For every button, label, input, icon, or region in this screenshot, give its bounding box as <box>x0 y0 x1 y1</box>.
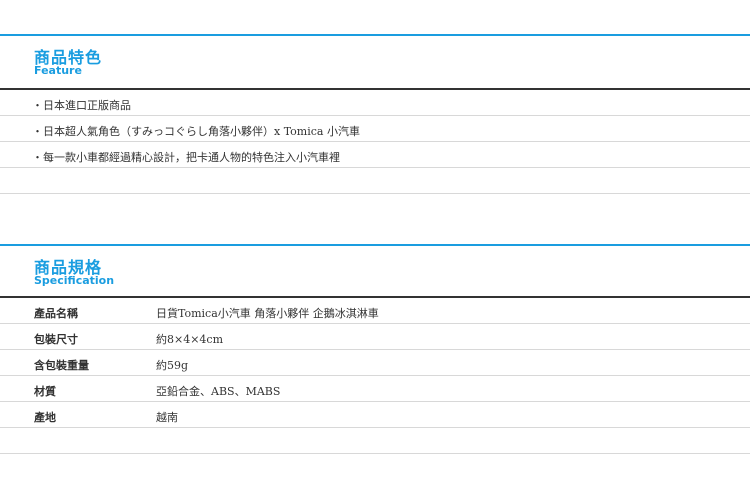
spec-table-row: 產地 越南 <box>0 402 750 428</box>
spec-table-row: 材質 亞鉛合金、ABS、MABS <box>0 376 750 402</box>
spec-table-row: 產品名稱 日貨Tomica小汽車 角落小夥伴 企鵝冰淇淋車 <box>0 298 750 324</box>
feature-list-item: ・日本進口正版商品 <box>0 90 750 116</box>
spec-row-label: 含包裝重量 <box>34 359 89 372</box>
spec-top-rule <box>0 244 750 246</box>
spec-row-value: 亞鉛合金、ABS、MABS <box>156 385 281 398</box>
spec-table-row: 含包裝重量 約59g <box>0 350 750 376</box>
spec-row-label: 產品名稱 <box>34 307 78 320</box>
feature-empty-row <box>0 168 750 194</box>
feature-top-rule <box>0 34 750 36</box>
spec-empty-row <box>0 428 750 454</box>
feature-item-text: ・每一款小車都經過精心設計，把卡通人物的特色注入小汽車裡 <box>32 151 340 164</box>
spec-row-label: 材質 <box>34 385 56 398</box>
feature-item-text: ・日本超人氣角色（すみっコぐらし角落小夥伴）x Tomica 小汽車 <box>32 125 360 138</box>
feature-list-item: ・每一款小車都經過精心設計，把卡通人物的特色注入小汽車裡 <box>0 142 750 168</box>
feature-section-subtitle: Feature <box>34 64 82 77</box>
spec-row-value: 日貨Tomica小汽車 角落小夥伴 企鵝冰淇淋車 <box>156 307 379 320</box>
feature-list-item: ・日本超人氣角色（すみっコぐらし角落小夥伴）x Tomica 小汽車 <box>0 116 750 142</box>
spec-row-value: 約8×4×4cm <box>156 333 224 346</box>
spec-row-value: 越南 <box>156 411 178 424</box>
spec-row-value: 約59g <box>156 359 189 372</box>
spec-section-subtitle: Specification <box>34 274 115 287</box>
spec-row-label: 產地 <box>34 411 56 424</box>
feature-item-text: ・日本進口正版商品 <box>32 99 131 112</box>
spec-table-row: 包裝尺寸 約8×4×4cm <box>0 324 750 350</box>
spec-row-label: 包裝尺寸 <box>34 333 78 346</box>
